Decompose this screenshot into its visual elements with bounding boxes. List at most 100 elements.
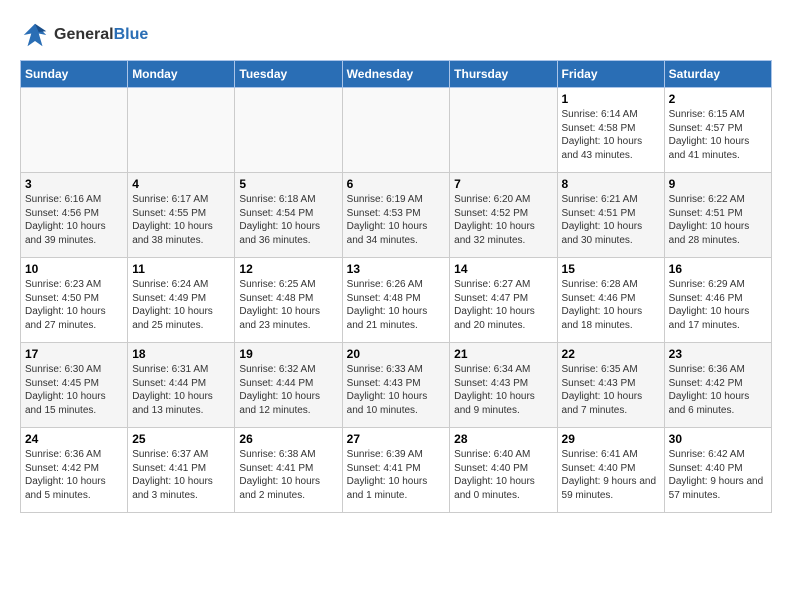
calendar-cell: 25 Sunrise: 6:37 AMSunset: 4:41 PMDaylig… (128, 428, 235, 513)
calendar-cell: 20 Sunrise: 6:33 AMSunset: 4:43 PMDaylig… (342, 343, 450, 428)
calendar-cell: 14 Sunrise: 6:27 AMSunset: 4:47 PMDaylig… (450, 258, 557, 343)
calendar-cell: 7 Sunrise: 6:20 AMSunset: 4:52 PMDayligh… (450, 173, 557, 258)
day-info: Sunrise: 6:22 AMSunset: 4:51 PMDaylight:… (669, 193, 767, 247)
day-info: Sunrise: 6:19 AMSunset: 4:53 PMDaylight:… (347, 193, 446, 247)
day-number: 16 (669, 262, 767, 276)
day-number: 21 (454, 347, 552, 361)
calendar-cell: 24 Sunrise: 6:36 AMSunset: 4:42 PMDaylig… (21, 428, 128, 513)
calendar-cell: 22 Sunrise: 6:35 AMSunset: 4:43 PMDaylig… (557, 343, 664, 428)
day-number: 9 (669, 177, 767, 191)
day-info: Sunrise: 6:21 AMSunset: 4:51 PMDaylight:… (562, 193, 660, 247)
calendar-cell: 15 Sunrise: 6:28 AMSunset: 4:46 PMDaylig… (557, 258, 664, 343)
weekday-header: Sunday (21, 61, 128, 88)
day-info: Sunrise: 6:39 AMSunset: 4:41 PMDaylight:… (347, 448, 446, 502)
calendar-table: SundayMondayTuesdayWednesdayThursdayFrid… (20, 60, 772, 513)
calendar-cell: 6 Sunrise: 6:19 AMSunset: 4:53 PMDayligh… (342, 173, 450, 258)
calendar-cell: 23 Sunrise: 6:36 AMSunset: 4:42 PMDaylig… (664, 343, 771, 428)
header: GeneralBlue (20, 20, 772, 50)
day-number: 3 (25, 177, 123, 191)
day-number: 15 (562, 262, 660, 276)
day-number: 30 (669, 432, 767, 446)
calendar-cell: 8 Sunrise: 6:21 AMSunset: 4:51 PMDayligh… (557, 173, 664, 258)
day-info: Sunrise: 6:35 AMSunset: 4:43 PMDaylight:… (562, 363, 660, 417)
calendar-cell: 1 Sunrise: 6:14 AMSunset: 4:58 PMDayligh… (557, 88, 664, 173)
day-number: 28 (454, 432, 552, 446)
day-number: 18 (132, 347, 230, 361)
calendar-cell: 17 Sunrise: 6:30 AMSunset: 4:45 PMDaylig… (21, 343, 128, 428)
day-info: Sunrise: 6:14 AMSunset: 4:58 PMDaylight:… (562, 108, 660, 162)
weekday-header: Wednesday (342, 61, 450, 88)
day-number: 26 (239, 432, 337, 446)
logo: GeneralBlue (20, 20, 148, 50)
calendar-cell: 10 Sunrise: 6:23 AMSunset: 4:50 PMDaylig… (21, 258, 128, 343)
day-number: 19 (239, 347, 337, 361)
day-info: Sunrise: 6:40 AMSunset: 4:40 PMDaylight:… (454, 448, 552, 502)
day-info: Sunrise: 6:25 AMSunset: 4:48 PMDaylight:… (239, 278, 337, 332)
logo-icon (20, 20, 50, 50)
day-number: 20 (347, 347, 446, 361)
day-info: Sunrise: 6:31 AMSunset: 4:44 PMDaylight:… (132, 363, 230, 417)
day-number: 6 (347, 177, 446, 191)
calendar-cell: 19 Sunrise: 6:32 AMSunset: 4:44 PMDaylig… (235, 343, 342, 428)
day-number: 1 (562, 92, 660, 106)
calendar-cell: 28 Sunrise: 6:40 AMSunset: 4:40 PMDaylig… (450, 428, 557, 513)
day-info: Sunrise: 6:41 AMSunset: 4:40 PMDaylight:… (562, 448, 660, 502)
calendar-cell (342, 88, 450, 173)
day-number: 11 (132, 262, 230, 276)
day-number: 22 (562, 347, 660, 361)
calendar-cell: 18 Sunrise: 6:31 AMSunset: 4:44 PMDaylig… (128, 343, 235, 428)
calendar-cell: 26 Sunrise: 6:38 AMSunset: 4:41 PMDaylig… (235, 428, 342, 513)
day-info: Sunrise: 6:17 AMSunset: 4:55 PMDaylight:… (132, 193, 230, 247)
day-info: Sunrise: 6:28 AMSunset: 4:46 PMDaylight:… (562, 278, 660, 332)
weekday-header: Tuesday (235, 61, 342, 88)
calendar-week-row: 24 Sunrise: 6:36 AMSunset: 4:42 PMDaylig… (21, 428, 772, 513)
calendar-cell: 29 Sunrise: 6:41 AMSunset: 4:40 PMDaylig… (557, 428, 664, 513)
day-number: 25 (132, 432, 230, 446)
calendar-cell: 30 Sunrise: 6:42 AMSunset: 4:40 PMDaylig… (664, 428, 771, 513)
calendar-week-row: 1 Sunrise: 6:14 AMSunset: 4:58 PMDayligh… (21, 88, 772, 173)
day-number: 5 (239, 177, 337, 191)
logo-text: GeneralBlue (54, 26, 148, 44)
day-number: 27 (347, 432, 446, 446)
day-info: Sunrise: 6:34 AMSunset: 4:43 PMDaylight:… (454, 363, 552, 417)
calendar-cell: 21 Sunrise: 6:34 AMSunset: 4:43 PMDaylig… (450, 343, 557, 428)
day-info: Sunrise: 6:26 AMSunset: 4:48 PMDaylight:… (347, 278, 446, 332)
day-number: 8 (562, 177, 660, 191)
weekday-header: Monday (128, 61, 235, 88)
day-info: Sunrise: 6:32 AMSunset: 4:44 PMDaylight:… (239, 363, 337, 417)
calendar-cell (450, 88, 557, 173)
day-info: Sunrise: 6:23 AMSunset: 4:50 PMDaylight:… (25, 278, 123, 332)
calendar-week-row: 10 Sunrise: 6:23 AMSunset: 4:50 PMDaylig… (21, 258, 772, 343)
day-info: Sunrise: 6:16 AMSunset: 4:56 PMDaylight:… (25, 193, 123, 247)
day-info: Sunrise: 6:38 AMSunset: 4:41 PMDaylight:… (239, 448, 337, 502)
calendar-cell (235, 88, 342, 173)
day-number: 2 (669, 92, 767, 106)
day-number: 12 (239, 262, 337, 276)
day-info: Sunrise: 6:15 AMSunset: 4:57 PMDaylight:… (669, 108, 767, 162)
day-info: Sunrise: 6:33 AMSunset: 4:43 PMDaylight:… (347, 363, 446, 417)
day-info: Sunrise: 6:27 AMSunset: 4:47 PMDaylight:… (454, 278, 552, 332)
weekday-header-row: SundayMondayTuesdayWednesdayThursdayFrid… (21, 61, 772, 88)
day-number: 23 (669, 347, 767, 361)
calendar-cell: 27 Sunrise: 6:39 AMSunset: 4:41 PMDaylig… (342, 428, 450, 513)
calendar-cell: 2 Sunrise: 6:15 AMSunset: 4:57 PMDayligh… (664, 88, 771, 173)
calendar-cell: 9 Sunrise: 6:22 AMSunset: 4:51 PMDayligh… (664, 173, 771, 258)
calendar-cell: 4 Sunrise: 6:17 AMSunset: 4:55 PMDayligh… (128, 173, 235, 258)
day-number: 14 (454, 262, 552, 276)
calendar-week-row: 17 Sunrise: 6:30 AMSunset: 4:45 PMDaylig… (21, 343, 772, 428)
day-number: 7 (454, 177, 552, 191)
calendar-cell: 16 Sunrise: 6:29 AMSunset: 4:46 PMDaylig… (664, 258, 771, 343)
day-number: 10 (25, 262, 123, 276)
weekday-header: Saturday (664, 61, 771, 88)
day-number: 17 (25, 347, 123, 361)
calendar-cell (21, 88, 128, 173)
day-info: Sunrise: 6:36 AMSunset: 4:42 PMDaylight:… (669, 363, 767, 417)
calendar-cell: 11 Sunrise: 6:24 AMSunset: 4:49 PMDaylig… (128, 258, 235, 343)
day-info: Sunrise: 6:30 AMSunset: 4:45 PMDaylight:… (25, 363, 123, 417)
calendar-cell: 5 Sunrise: 6:18 AMSunset: 4:54 PMDayligh… (235, 173, 342, 258)
calendar-cell (128, 88, 235, 173)
day-number: 13 (347, 262, 446, 276)
calendar-cell: 13 Sunrise: 6:26 AMSunset: 4:48 PMDaylig… (342, 258, 450, 343)
day-info: Sunrise: 6:36 AMSunset: 4:42 PMDaylight:… (25, 448, 123, 502)
calendar-cell: 12 Sunrise: 6:25 AMSunset: 4:48 PMDaylig… (235, 258, 342, 343)
